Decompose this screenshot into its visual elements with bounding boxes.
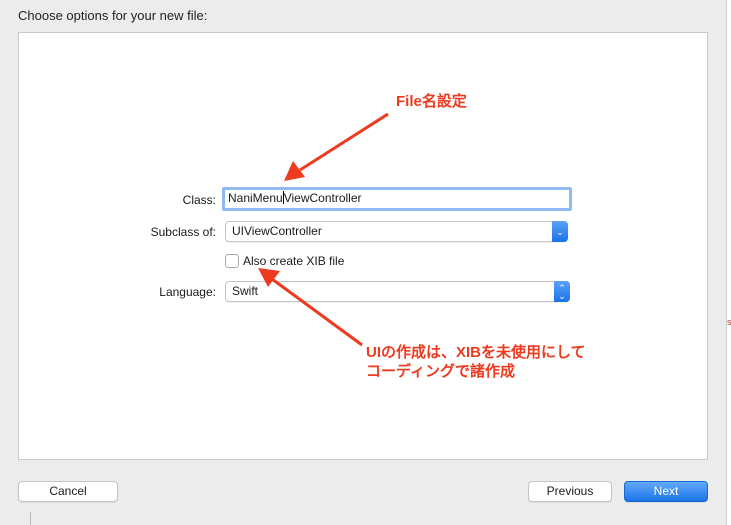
previous-button[interactable]: Previous (528, 481, 612, 502)
next-button[interactable]: Next (624, 481, 708, 502)
arrowhead-class (284, 161, 305, 181)
arrow-to-xib-checkbox (271, 277, 363, 347)
cancel-button[interactable]: Cancel (18, 481, 118, 502)
annotation-arrows (258, 112, 389, 347)
arrow-to-class-field (299, 112, 389, 172)
